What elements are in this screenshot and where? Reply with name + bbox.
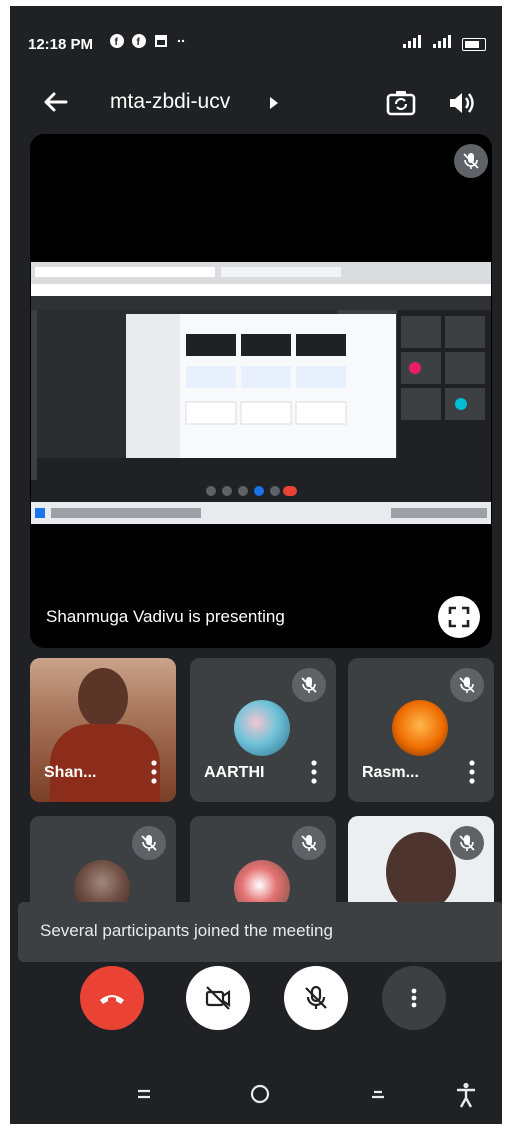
participant-video-face: [386, 832, 456, 912]
participant-name: Rasm...: [362, 764, 419, 781]
mic-off-icon: [463, 153, 479, 169]
participant-video-body: [50, 724, 160, 802]
mic-off-icon: [305, 985, 327, 1009]
fullscreen-button[interactable]: [438, 596, 480, 638]
mic-off-icon: [459, 835, 475, 851]
status-time: 12:18 PM: [28, 36, 94, 53]
mic-off-icon: [459, 677, 475, 693]
shared-screen: [31, 262, 491, 524]
system-nav-bar: [10, 1066, 502, 1124]
svg-text:f: f: [115, 37, 122, 48]
toast-message: Several participants joined the meeting: [40, 921, 333, 940]
camera-off-icon: [205, 986, 231, 1010]
camera-toggle-button[interactable]: [186, 966, 250, 1030]
mic-off-badge: [292, 668, 326, 702]
speaker-icon[interactable]: [444, 86, 478, 120]
mic-off-icon: [301, 677, 317, 693]
avatar: [234, 700, 290, 756]
mic-toggle-button[interactable]: [284, 966, 348, 1030]
more-vert-icon: [411, 988, 417, 1008]
mic-off-badge: [450, 826, 484, 860]
more-options-button[interactable]: [382, 966, 446, 1030]
mic-off-badge: [454, 144, 488, 178]
svg-text:f: f: [136, 37, 143, 48]
more-dots-icon: [177, 39, 184, 43]
presentation-tile[interactable]: Shanmuga Vadivu is presenting: [30, 134, 492, 648]
camera-switch-icon[interactable]: [384, 86, 418, 120]
gallery-icon: [154, 35, 167, 47]
participant-video-face: [78, 668, 128, 728]
avatar: [392, 700, 448, 756]
fullscreen-icon: [448, 606, 470, 628]
more-vert-icon[interactable]: [150, 760, 158, 784]
meeting-toolbar: mta-zbdi-ucv: [10, 78, 502, 128]
end-call-icon: [100, 995, 124, 1004]
notification-icons: f f: [110, 34, 190, 51]
home-icon[interactable]: [248, 1082, 272, 1106]
mic-off-badge: [292, 826, 326, 860]
participant-tile[interactable]: Rasm...: [348, 658, 494, 802]
toast-notification: Several participants joined the meeting: [18, 902, 502, 962]
facebook-icon: f: [131, 34, 146, 48]
caret-right-icon[interactable]: [268, 96, 280, 110]
accessibility-icon[interactable]: [454, 1082, 478, 1108]
participant-name: AARTHI: [204, 764, 265, 781]
mic-off-badge: [132, 826, 166, 860]
status-bar: 12:18 PM f f: [10, 6, 502, 78]
status-right: [403, 35, 486, 52]
mic-off-badge: [450, 668, 484, 702]
facebook-icon: f: [110, 34, 124, 48]
back-arrow-icon[interactable]: [38, 84, 74, 120]
more-vert-icon[interactable]: [468, 760, 476, 784]
participant-tile[interactable]: Shan...: [30, 658, 176, 802]
mic-off-icon: [301, 835, 317, 851]
battery-icon: [462, 38, 486, 52]
end-call-button[interactable]: [80, 966, 144, 1030]
mic-off-icon: [141, 835, 157, 851]
participant-tile[interactable]: AARTHI: [190, 658, 336, 802]
back-icon[interactable]: [366, 1082, 390, 1106]
participant-name: Shan...: [44, 764, 97, 781]
signal-icon: [432, 35, 451, 48]
meeting-code[interactable]: mta-zbdi-ucv: [110, 90, 230, 114]
presenting-label: Shanmuga Vadivu is presenting: [46, 607, 285, 626]
recent-apps-icon[interactable]: [132, 1082, 156, 1106]
signal-icon: [403, 35, 422, 48]
more-vert-icon[interactable]: [310, 760, 318, 784]
meet-screen: 12:18 PM f f mta-zbdi-ucv Shanmuga Vadiv…: [10, 6, 502, 1124]
shared-screen-content: [31, 262, 491, 524]
